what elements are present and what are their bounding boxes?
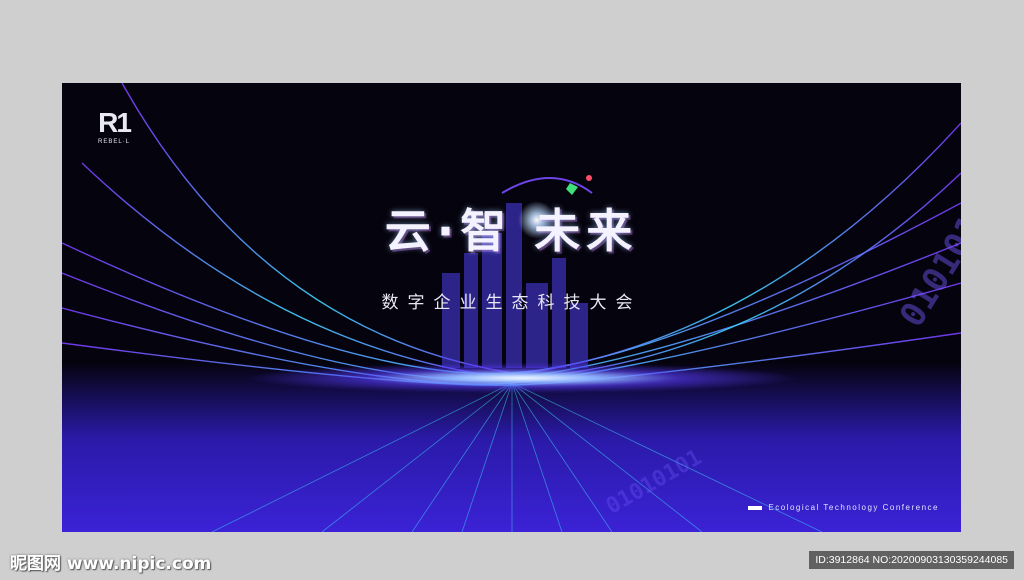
watermark-id: ID:3912864 NO:20200903130359244085	[809, 551, 1014, 569]
horizon-glow	[242, 363, 802, 393]
tagline-bar	[748, 505, 763, 510]
logo-text: REBEL·L	[98, 139, 131, 145]
watermark-site: 昵图网 www.nipic.com	[10, 554, 212, 574]
subtitle: 数字企业生态科技大会	[381, 293, 642, 313]
main-title: 云·智 未来	[384, 204, 639, 258]
banner: 01010101 01010101 R1 REBEL·L 云·智 未来 数字企业…	[62, 83, 961, 532]
tagline-text: Ecological Technology Conference	[768, 503, 939, 512]
tagline: Ecological Technology Conference	[748, 503, 939, 512]
logo-mark: R1	[98, 107, 132, 138]
brand-logo: R1 REBEL·L	[98, 107, 132, 146]
